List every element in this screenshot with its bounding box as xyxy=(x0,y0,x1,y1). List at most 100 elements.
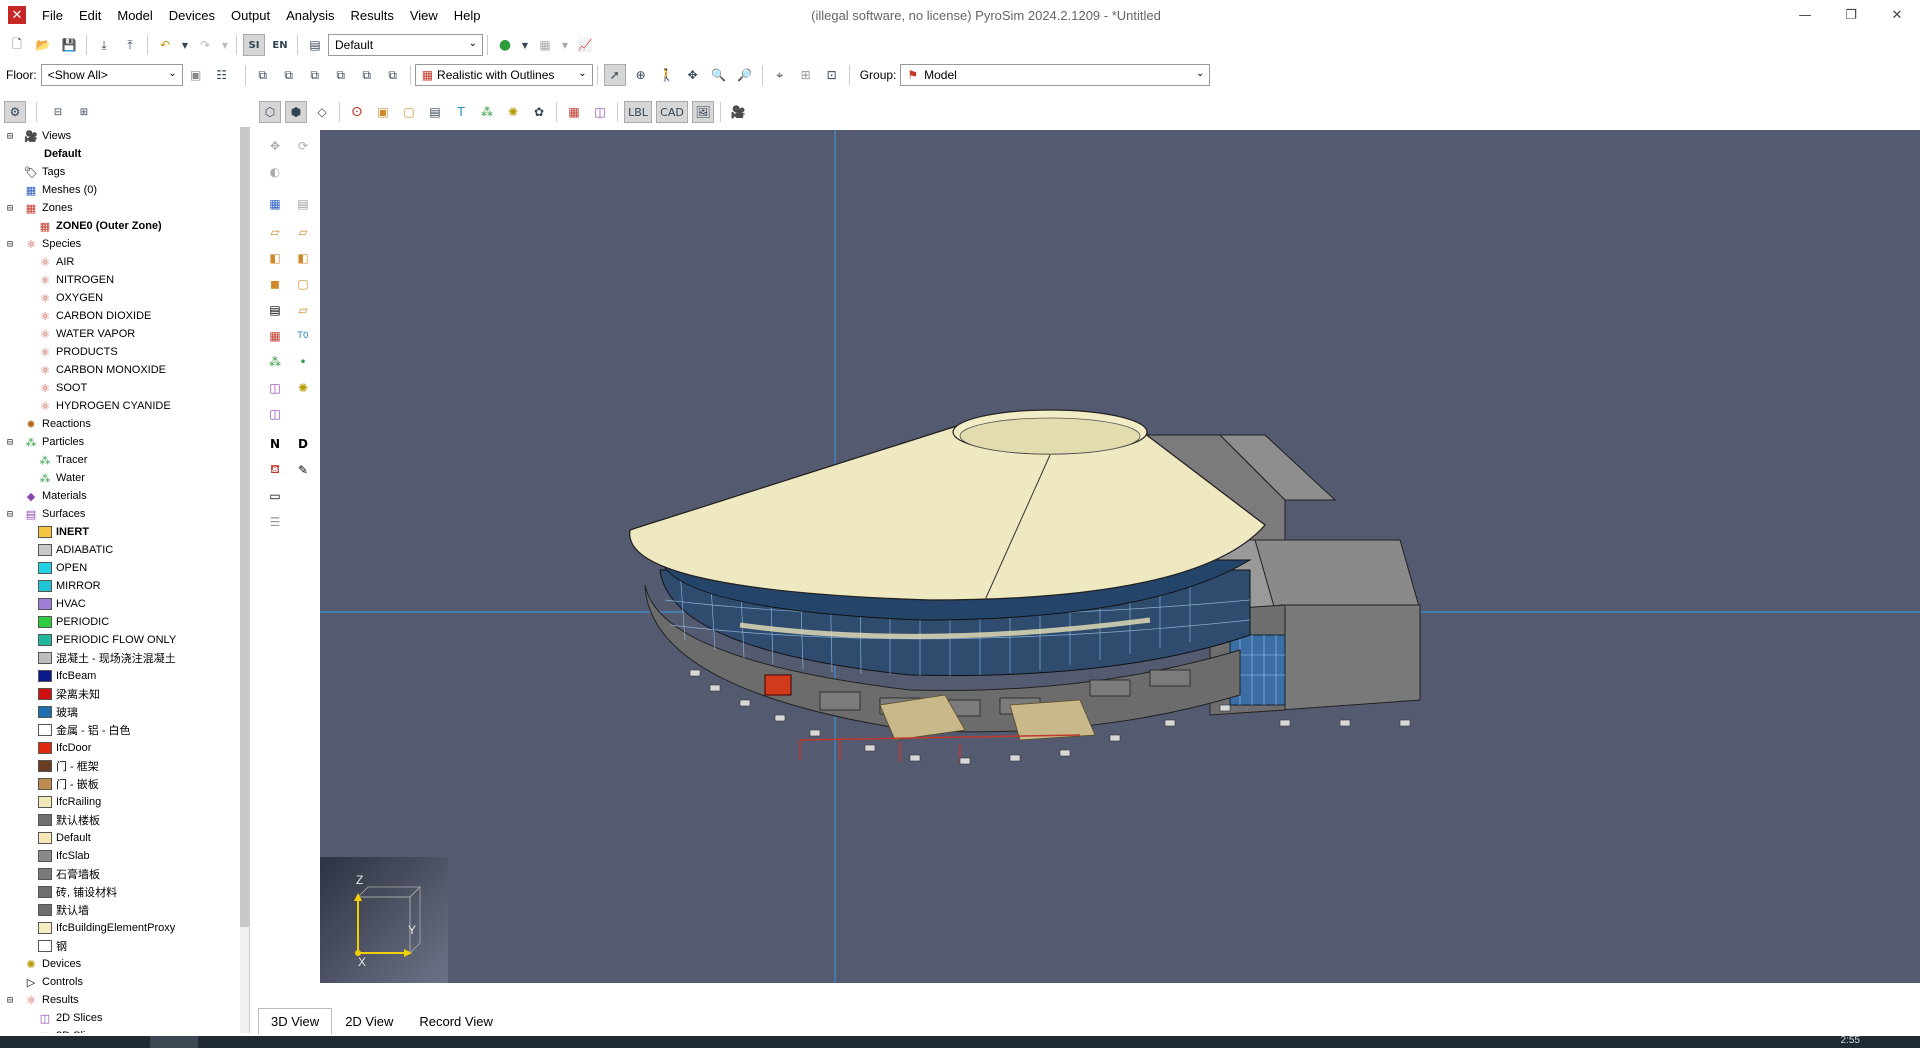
show-geometry-icon[interactable]: ⬡ xyxy=(259,101,281,123)
tree-item[interactable]: 石膏墙板 xyxy=(0,865,238,883)
show-zones-icon[interactable]: ▦ xyxy=(563,101,585,123)
tree-item[interactable]: Default xyxy=(0,145,238,163)
floor-settings-icon[interactable]: ▣ xyxy=(185,64,207,86)
point-tool-icon[interactable]: • xyxy=(292,351,314,373)
tree-item[interactable]: 金属 - 铝 - 白色 xyxy=(0,721,238,739)
collapse-toggle-icon[interactable]: ⊟ xyxy=(4,508,16,520)
tree-item[interactable]: ⚛ CARBON MONOXIDE xyxy=(0,361,238,379)
slice-alt-tool-icon[interactable]: ◫ xyxy=(264,403,286,425)
collapse-toggle-icon[interactable]: ⊟ xyxy=(4,994,16,1006)
save-icon[interactable]: 💾 xyxy=(58,34,80,56)
tree-item[interactable]: 梁离未知 xyxy=(0,685,238,703)
orbit-icon[interactable]: ⊕ xyxy=(630,64,652,86)
export-icon[interactable]: ⤒ xyxy=(119,34,141,56)
rotate-icon[interactable]: ⟳ xyxy=(292,135,314,157)
run-dropdown-icon[interactable]: ▼ xyxy=(520,34,530,56)
results-dropdown-icon[interactable]: ▼ xyxy=(560,34,570,56)
eyedropper-icon[interactable]: ✎ xyxy=(292,459,314,481)
floor-manager-icon[interactable]: ☷ xyxy=(211,64,233,86)
view-right-icon[interactable]: ⧉ xyxy=(330,64,352,86)
tree-item[interactable]: ⚛ WATER VAPOR xyxy=(0,325,238,343)
tree-item[interactable]: ⚛ PRODUCTS xyxy=(0,343,238,361)
wall-alt-tool-icon[interactable]: ◧ xyxy=(292,247,314,269)
tree-item[interactable]: OPEN xyxy=(0,559,238,577)
tree-item[interactable]: ⚛ CARBON DIOXIDE xyxy=(0,307,238,325)
vent-tool-icon[interactable]: ▤ xyxy=(264,299,286,321)
show-solid-icon[interactable]: ⬢ xyxy=(285,101,307,123)
tree-item[interactable]: ⚛ SOOT xyxy=(0,379,238,397)
device-tool-icon[interactable]: ✺ xyxy=(292,377,314,399)
walk-icon[interactable]: 🚶 xyxy=(656,64,678,86)
show-hvac-icon[interactable]: ⵙ xyxy=(346,101,368,123)
collapse-toggle-icon[interactable]: ⊟ xyxy=(4,238,16,250)
tree-item[interactable]: ✺ Devices xyxy=(0,955,238,973)
mesh-tool-icon[interactable]: ▦ xyxy=(264,193,286,215)
block-tool-icon[interactable]: ◼ xyxy=(264,273,286,295)
tree-item[interactable]: ▦ ZONE0 (Outer Zone) xyxy=(0,217,238,235)
tree-item[interactable]: ⊟ 🎥 Views xyxy=(0,127,238,145)
tree-item[interactable]: 默认墙 xyxy=(0,901,238,919)
en-units-button[interactable]: EN xyxy=(269,34,291,56)
menu-edit[interactable]: Edit xyxy=(71,4,109,27)
tree-item[interactable]: ⚛ OXYGEN xyxy=(0,289,238,307)
group-select[interactable]: ⚑ Model ⌄ xyxy=(900,64,1211,86)
mirror-icon[interactable]: ◐ xyxy=(264,161,286,183)
menu-output[interactable]: Output xyxy=(223,4,278,27)
tree-item[interactable]: 默认楼板 xyxy=(0,811,238,829)
menu-results[interactable]: Results xyxy=(342,4,401,27)
tree-item[interactable]: ⁂ Water xyxy=(0,469,238,487)
paint-tool-icon[interactable]: ⛾ xyxy=(264,459,286,481)
pan-icon[interactable]: ✥ xyxy=(682,64,704,86)
measure-tool-icon[interactable]: ▭ xyxy=(264,485,286,507)
door-tool-icon[interactable]: D xyxy=(292,433,314,455)
redo-dropdown-icon[interactable]: ▼ xyxy=(220,34,230,56)
tree-item[interactable]: ⁂ Tracer xyxy=(0,451,238,469)
menu-file[interactable]: File xyxy=(34,4,71,27)
zoom-icon[interactable]: 🔍 xyxy=(708,64,730,86)
view-left-icon[interactable]: ⧉ xyxy=(304,64,326,86)
north-tool-icon[interactable]: N xyxy=(264,433,286,455)
text-tool-icon[interactable]: T0 xyxy=(292,325,314,347)
view-settings-icon[interactable]: ▤ xyxy=(304,34,326,56)
tree-item[interactable]: Default xyxy=(0,829,238,847)
render-mode-select[interactable]: ▦ Realistic with Outlines ⌄ xyxy=(414,64,593,86)
menu-devices[interactable]: Devices xyxy=(161,4,223,27)
tree-item[interactable]: 钢 xyxy=(0,937,238,955)
tree-item[interactable]: 玻璃 xyxy=(0,703,238,721)
collapse-toggle-icon[interactable]: ⊟ xyxy=(4,130,16,142)
scrollbar-thumb[interactable] xyxy=(240,127,249,927)
hole-tool-icon[interactable]: ▢ xyxy=(292,273,314,295)
tree-item[interactable]: MIRROR xyxy=(0,577,238,595)
tree-item[interactable]: ⊟ ⚛ Results xyxy=(0,991,238,1009)
grid-tool-icon[interactable]: ▤ xyxy=(292,193,314,215)
collapse-toggle-icon[interactable]: ⊟ xyxy=(4,436,16,448)
tree-item[interactable]: 砖, 铺设材料 xyxy=(0,883,238,901)
floor-select[interactable]: <Show All> ⌄ xyxy=(40,64,183,86)
view-front-icon[interactable]: ⧉ xyxy=(252,64,274,86)
undo-icon[interactable]: ↶ xyxy=(154,34,176,56)
tree-item[interactable]: IfcBeam xyxy=(0,667,238,685)
tree-item[interactable]: ⊟ ⚛ Species xyxy=(0,235,238,253)
tree-item[interactable]: ▦ Meshes (0) xyxy=(0,181,238,199)
slice-tool-icon[interactable]: ◫ xyxy=(264,377,286,399)
show-particles-icon[interactable]: ⁂ xyxy=(476,101,498,123)
tree-item[interactable]: ◆ Materials xyxy=(0,487,238,505)
tree-item[interactable]: 混凝土 - 现场浇注混凝土 xyxy=(0,649,238,667)
slab-tool-icon[interactable]: ▱ xyxy=(264,221,286,243)
taskbar-item[interactable] xyxy=(150,1036,198,1048)
align-tool-icon[interactable]: ☰ xyxy=(264,511,286,533)
tree-item[interactable]: ADIABATIC xyxy=(0,541,238,559)
open-folder-icon[interactable]: 📂 xyxy=(32,34,54,56)
expand-all-icon[interactable]: ⊞ xyxy=(73,101,95,123)
tree-item[interactable]: PERIODIC xyxy=(0,613,238,631)
restore-icon[interactable]: ❐ xyxy=(1828,0,1874,30)
tree-item[interactable]: IfcSlab xyxy=(0,847,238,865)
collapse-toggle-icon[interactable]: ⊟ xyxy=(4,202,16,214)
tree-item[interactable]: HVAC xyxy=(0,595,238,613)
menu-model[interactable]: Model xyxy=(109,4,160,27)
view-top-icon[interactable]: ⧉ xyxy=(356,64,378,86)
particle-tool-icon[interactable]: ⁂ xyxy=(264,351,286,373)
view-back-icon[interactable]: ⧉ xyxy=(278,64,300,86)
tree-item[interactable]: PERIODIC FLOW ONLY xyxy=(0,631,238,649)
select-pointer-icon[interactable]: ➚ xyxy=(603,64,626,86)
